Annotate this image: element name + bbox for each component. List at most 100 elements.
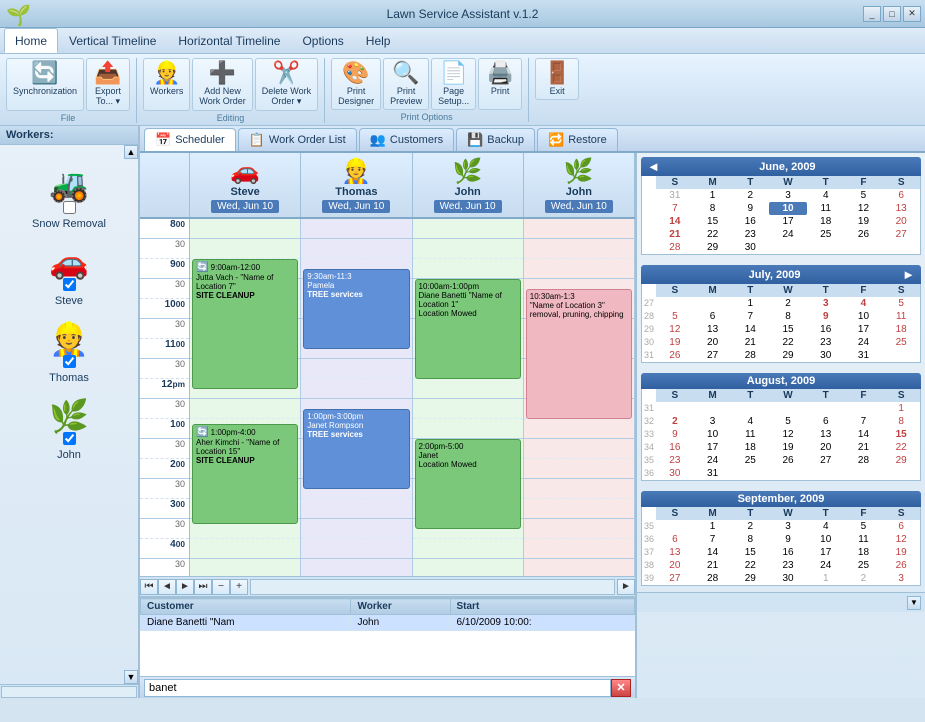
menu-vertical-timeline[interactable]: Vertical Timeline [58,28,167,53]
cal-day[interactable]: 25 [882,336,920,349]
cal-day[interactable]: 21 [694,559,732,572]
cal-day[interactable]: 6 [807,415,845,428]
cal-day[interactable]: 12 [769,428,807,441]
cal-day[interactable]: 10 [694,428,732,441]
cal-day[interactable]: 6 [694,310,732,323]
add-work-order-button[interactable]: ➕ Add NewWork Order [192,58,252,111]
cal-day[interactable]: 11 [807,202,845,215]
cal-day[interactable]: 4 [807,520,845,533]
horizontal-scrollbar[interactable] [250,579,615,595]
cal-day[interactable]: 13 [694,323,732,336]
cal-day[interactable]: 2 [731,189,769,202]
cal-day[interactable]: 4 [731,415,769,428]
cal-day[interactable]: 23 [731,228,769,241]
cal-day[interactable]: 28 [845,454,883,467]
cal-day[interactable]: 27 [882,228,920,241]
cal-day[interactable]: 26 [845,228,883,241]
cal-day[interactable]: 31 [845,349,883,362]
cal-day[interactable]: 18 [845,546,883,559]
cal-day[interactable]: 26 [656,349,694,362]
cal-day[interactable]: 21 [845,441,883,454]
appt-thomas-1[interactable]: 9:30am-11:3PamelaTREE services [303,269,409,349]
cal-day[interactable]: 20 [694,336,732,349]
thomas-checkbox[interactable] [63,355,76,368]
menu-home[interactable]: Home [4,28,58,53]
cal-day[interactable]: 29 [731,572,769,585]
workers-scroll[interactable]: 🚜 Snow Removal 🚗 Steve 👷 Thomas 🌿 John [0,159,138,670]
cal-day[interactable]: 28 [731,349,769,362]
cal-day[interactable]: 16 [807,323,845,336]
horizontal-scrollbar[interactable] [1,686,137,698]
cal-day[interactable]: 11 [731,428,769,441]
cal-day[interactable]: 6 [882,189,920,202]
cal-day[interactable]: 5 [769,415,807,428]
cal-day[interactable]: 1 [882,402,920,415]
cal-day[interactable]: 16 [656,441,694,454]
appt-steve-1[interactable]: 🔄 9:00am-12:00Jutta Vach - "Name of Loca… [192,259,298,389]
cal-day[interactable]: 22 [882,441,920,454]
cal-day-today[interactable]: 10 [769,202,807,215]
cal-day[interactable]: 4 [807,189,845,202]
cal-day[interactable]: 21 [731,336,769,349]
scheduler-scroll[interactable]: 8 00 30 9 00 30 10 00 30 11 00 30 12 pm … [140,219,635,576]
print-designer-button[interactable]: 🎨 PrintDesigner [331,58,381,110]
cal-day[interactable]: 25 [731,454,769,467]
cal-day[interactable]: 9 [769,533,807,546]
cal-day[interactable]: 14 [656,215,694,228]
cal-day[interactable]: 1 [807,572,845,585]
cal-day[interactable]: 25 [845,559,883,572]
cal-day[interactable]: 9 [731,202,769,215]
nav-first-button[interactable]: ⏮ [140,579,158,595]
tab-customers[interactable]: 👥 Customers [359,128,454,151]
cal-day[interactable]: 22 [731,559,769,572]
cal-day[interactable]: 15 [882,428,920,441]
minimize-button[interactable]: _ [863,6,881,22]
cal-day[interactable]: 10 [845,310,883,323]
cal-day[interactable]: 15 [731,546,769,559]
cal-day[interactable]: 4 [845,297,883,310]
cal-day[interactable]: 1 [731,297,769,310]
cal-day[interactable]: 17 [845,323,883,336]
tab-scheduler[interactable]: 📅 Scheduler [144,128,236,151]
cal-day[interactable]: 30 [731,241,769,254]
cal-day[interactable]: 8 [694,202,732,215]
cal-day[interactable]: 29 [882,454,920,467]
cal-day[interactable]: 13 [656,546,694,559]
cal-day[interactable]: 20 [882,215,920,228]
john-checkbox[interactable] [63,432,76,445]
workers-button[interactable]: 👷 Workers [143,58,190,111]
cal-day[interactable]: 5 [656,310,694,323]
cal-day[interactable]: 24 [769,228,807,241]
cal-day[interactable]: 18 [882,323,920,336]
cal-scroll-down[interactable]: ▼ [907,596,921,610]
cal-day[interactable]: 7 [845,415,883,428]
cal-day[interactable]: 7 [731,310,769,323]
cal-day[interactable]: 22 [769,336,807,349]
export-button[interactable]: 📤 ExportTo... ▾ [86,58,130,111]
snow-removal-checkbox[interactable] [63,201,76,214]
print-preview-button[interactable]: 🔍 PrintPreview [383,58,429,110]
cal-day[interactable]: 11 [845,533,883,546]
cal-day[interactable]: 25 [807,228,845,241]
cal-day[interactable]: 6 [882,520,920,533]
appt-john1-1[interactable]: 10:00am-1:00pmDiane Banetti "Name of Loc… [415,279,521,379]
cal-day[interactable]: 1 [694,520,732,533]
cal-day[interactable]: 3 [769,189,807,202]
cal-day[interactable]: 17 [694,441,732,454]
cal-day[interactable]: 12 [656,323,694,336]
cal-day[interactable]: 26 [769,454,807,467]
scroll-down-button[interactable]: ▼ [124,670,138,684]
cal-day[interactable]: 6 [656,533,694,546]
search-input[interactable] [144,679,611,697]
tab-backup[interactable]: 💾 Backup [456,128,535,151]
cal-day[interactable]: 1 [694,189,732,202]
cal-day[interactable]: 16 [769,546,807,559]
zoom-in-button[interactable]: + [230,579,248,595]
exit-button[interactable]: 🚪 Exit [535,58,579,100]
cal-day[interactable]: 19 [769,441,807,454]
cal-day[interactable]: 5 [845,520,883,533]
cal-day[interactable]: 31 [694,467,732,480]
search-clear-button[interactable]: ✕ [611,679,631,697]
cal-day[interactable]: 2 [656,415,694,428]
cal-day[interactable]: 12 [845,202,883,215]
